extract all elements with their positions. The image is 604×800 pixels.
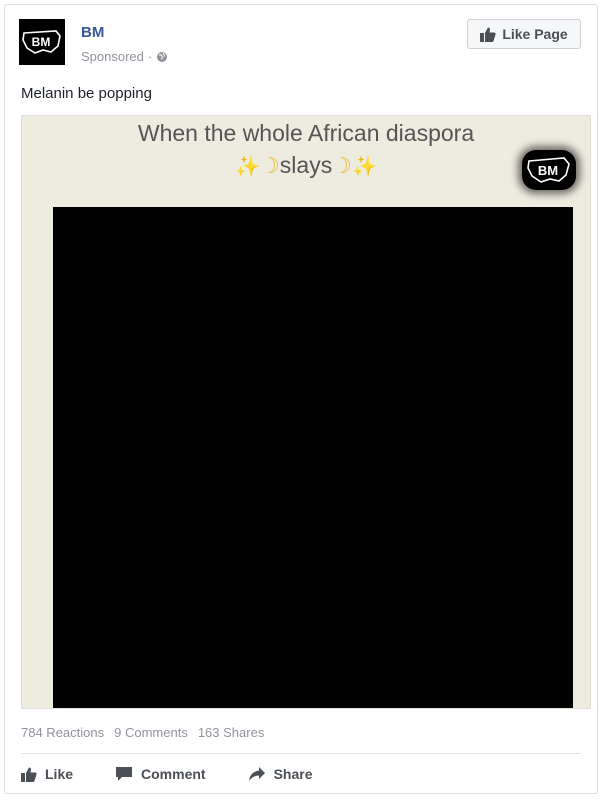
- like-button[interactable]: Like: [21, 762, 73, 786]
- crescent-moon-icon: ☽: [260, 153, 280, 178]
- page-name-link[interactable]: BM: [81, 24, 104, 41]
- page-avatar[interactable]: BM: [19, 19, 65, 65]
- sponsored-label[interactable]: Sponsored: [81, 49, 144, 64]
- reactions-count[interactable]: 784 Reactions: [21, 725, 104, 740]
- post-text: Melanin be popping: [21, 85, 152, 102]
- crescent-moon-icon: ☽: [332, 153, 352, 178]
- comment-label: Comment: [141, 766, 206, 782]
- engagement-stats: 784 Reactions 9 Comments 163 Shares: [21, 725, 264, 740]
- sparkle-icon: ✨: [351, 156, 377, 178]
- comment-bubble-icon: [116, 767, 133, 781]
- sparkle-icon: ✨: [235, 156, 261, 178]
- image-caption-line2: ✨☽slays☽✨: [22, 152, 590, 179]
- globe-icon[interactable]: [156, 51, 168, 63]
- post-meta: Sponsored ·: [81, 49, 168, 64]
- share-arrow-icon: [248, 767, 265, 781]
- comments-count[interactable]: 9 Comments: [114, 725, 188, 740]
- thumbs-up-icon: [21, 767, 37, 782]
- svg-text:BM: BM: [538, 163, 558, 178]
- divider: [21, 753, 581, 754]
- image-caption-line1: When the whole African diaspora: [137, 120, 475, 146]
- share-label: Share: [273, 766, 313, 782]
- comment-button[interactable]: Comment: [115, 762, 206, 786]
- bm-logo-icon: BM: [22, 30, 61, 54]
- svg-text:BM: BM: [32, 35, 51, 49]
- like-page-label: Like Page: [502, 26, 568, 42]
- shares-count[interactable]: 163 Shares: [198, 725, 265, 740]
- like-page-button[interactable]: Like Page: [467, 19, 581, 49]
- post-image[interactable]: When the whole African diaspora ✨☽slays☽…: [21, 115, 591, 709]
- meta-separator: ·: [147, 49, 153, 64]
- thumbs-up-icon: [480, 27, 496, 42]
- image-caption-word: slays: [279, 152, 333, 178]
- like-label: Like: [45, 766, 74, 782]
- action-bar: Like Comment Share: [21, 762, 313, 786]
- redacted-image-area: [53, 207, 573, 708]
- sponsored-post-card: BM BM Sponsored · Like Page Melanin be p…: [4, 4, 598, 794]
- bm-watermark: BM: [522, 150, 576, 190]
- share-button[interactable]: Share: [248, 762, 313, 786]
- bm-logo-icon: BM: [527, 157, 570, 183]
